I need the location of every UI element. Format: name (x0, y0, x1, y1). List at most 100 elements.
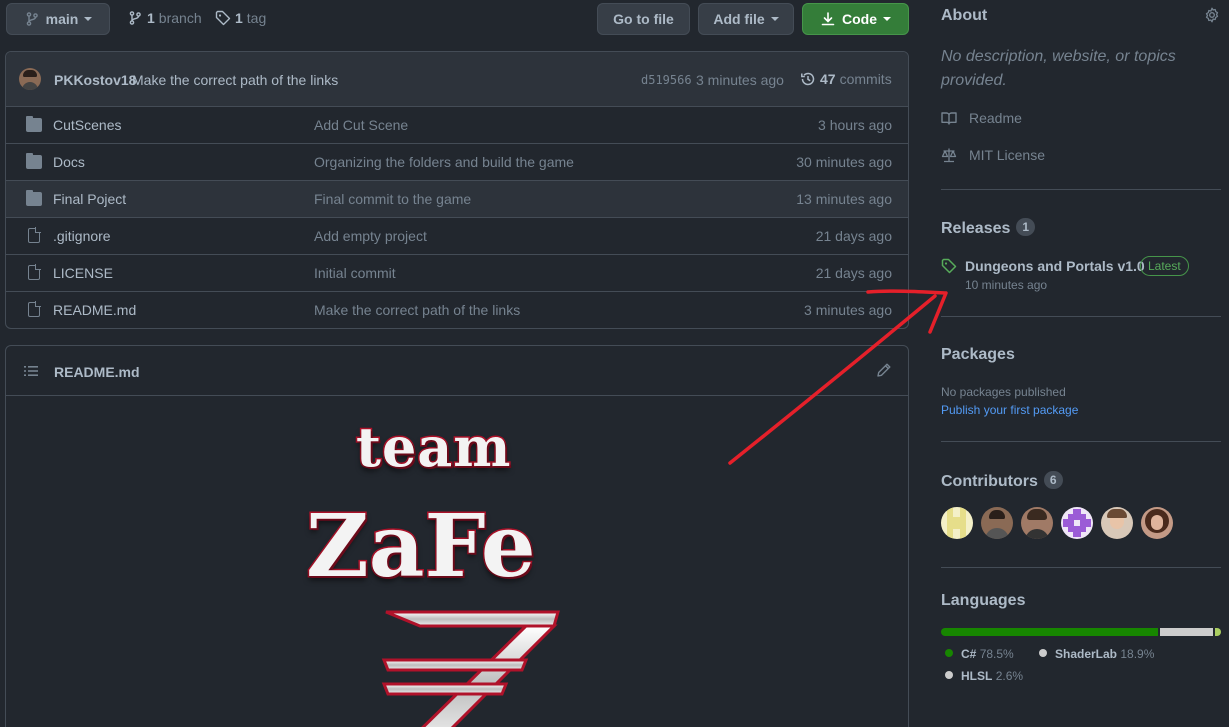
file-icon (28, 264, 41, 280)
file-commit-message[interactable]: Add Cut Scene (314, 117, 408, 133)
readme-link-label: Readme (969, 110, 1022, 126)
avatar[interactable] (19, 68, 41, 90)
git-branch-icon (26, 12, 38, 26)
language-dot (945, 649, 953, 657)
gear-icon[interactable] (1204, 7, 1220, 23)
readme-title[interactable]: README.md (54, 364, 140, 380)
publish-package-link[interactable]: Publish your first package (941, 403, 1078, 417)
file-commit-message[interactable]: Initial commit (314, 265, 396, 281)
file-icon (28, 227, 41, 243)
file-name[interactable]: README.md (53, 302, 136, 318)
commit-author[interactable]: PKKostov18 (54, 72, 136, 88)
table-row[interactable]: .gitignore Add empty project 21 days ago (6, 217, 908, 254)
commit-message[interactable]: Make the correct path of the links (132, 72, 338, 88)
language-name: C# (961, 647, 977, 661)
history-icon (801, 72, 815, 86)
latest-commit-bar: PKKostov18 Make the correct path of the … (6, 52, 908, 106)
contributors-heading[interactable]: Contributors 6 (941, 471, 1063, 491)
about-description: No description, website, or topics provi… (941, 48, 1176, 89)
chevron-down-icon (84, 17, 93, 21)
language-percent: 78.5% (979, 647, 1014, 661)
table-row[interactable]: Docs Organizing the folders and build th… (6, 143, 908, 180)
releases-heading[interactable]: Releases 1 (941, 218, 1036, 238)
add-file-button[interactable]: Add file (698, 3, 794, 35)
branch-select-button[interactable]: main (6, 3, 110, 35)
sidebar-divider (941, 441, 1221, 442)
releases-count: 1 (1016, 218, 1036, 236)
file-commit-message[interactable]: Final commit to the game (314, 191, 471, 207)
logo-team-text: team (354, 415, 512, 479)
language-bar-segment (1160, 628, 1213, 636)
file-name[interactable]: Docs (53, 154, 85, 170)
commits-link[interactable]: 47 commits (800, 71, 892, 87)
file-name[interactable]: CutScenes (53, 117, 121, 133)
book-icon (941, 112, 957, 125)
folder-icon (26, 116, 42, 132)
commit-time: 3 minutes ago (696, 72, 784, 88)
file-commit-message[interactable]: Make the correct path of the links (314, 302, 520, 318)
contributor-avatar[interactable] (1141, 507, 1173, 539)
file-icon (28, 301, 41, 317)
contributors-heading-label: Contributors (941, 473, 1038, 490)
tags-link[interactable]: 1 tag (215, 10, 266, 26)
about-heading: About (941, 7, 988, 24)
commit-count: 47 (820, 71, 836, 87)
branches-link[interactable]: 1 branch (127, 10, 202, 26)
folder-icon (26, 153, 42, 169)
contributor-avatar[interactable] (1101, 507, 1133, 539)
branch-count: 1 (147, 10, 155, 26)
file-age: 21 days ago (815, 228, 892, 244)
table-row[interactable]: Final Poject Final commit to the game 13… (6, 180, 908, 217)
contributor-avatar[interactable] (981, 507, 1013, 539)
language-name: ShaderLab (1055, 647, 1118, 661)
branch-name: main (45, 11, 79, 27)
language-bar-segment (941, 628, 1159, 636)
go-to-file-button[interactable]: Go to file (597, 3, 690, 35)
law-icon (941, 148, 957, 163)
license-link[interactable]: MIT License (941, 147, 1045, 163)
contributor-avatar[interactable] (941, 507, 973, 539)
language-item[interactable]: ShaderLab 18.9% (1039, 647, 1154, 661)
language-name: HLSL (961, 669, 993, 683)
contributor-avatar[interactable] (1021, 507, 1053, 539)
languages-heading: Languages (941, 592, 1026, 609)
git-branch-icon (129, 11, 141, 25)
annotation-arrow-icon (728, 289, 948, 465)
list-icon[interactable] (23, 363, 39, 379)
license-link-label: MIT License (969, 147, 1045, 163)
file-age: 13 minutes ago (796, 191, 892, 207)
contributor-avatar[interactable] (1061, 507, 1093, 539)
language-bar (941, 628, 1221, 636)
file-age: 3 hours ago (818, 117, 892, 133)
file-age: 30 minutes ago (796, 154, 892, 170)
language-item[interactable]: C# 78.5% (945, 647, 1014, 661)
commit-hash[interactable]: d519566 (641, 73, 692, 87)
sidebar-divider (941, 316, 1221, 317)
tag-icon (941, 258, 957, 274)
table-row[interactable]: CutScenes Add Cut Scene 3 hours ago (6, 106, 908, 143)
language-dot (945, 671, 953, 679)
file-name[interactable]: LICENSE (53, 265, 113, 281)
language-percent: 2.6% (995, 669, 1024, 683)
sidebar-divider (941, 567, 1221, 568)
code-label: Code (842, 11, 877, 27)
code-button[interactable]: Code (802, 3, 909, 35)
language-percent: 18.9% (1120, 647, 1155, 661)
sidebar-divider (941, 189, 1221, 190)
language-item[interactable]: HLSL 2.6% (945, 669, 1023, 683)
language-bar-segment (1214, 628, 1221, 636)
chevron-down-icon (883, 17, 891, 21)
file-commit-message[interactable]: Organizing the folders and build the gam… (314, 154, 574, 170)
release-name[interactable]: Dungeons and Portals v1.0 (965, 258, 1145, 274)
readme-link[interactable]: Readme (941, 110, 1022, 126)
file-name[interactable]: Final Poject (53, 191, 126, 207)
folder-icon (26, 190, 42, 206)
file-name[interactable]: .gitignore (53, 228, 111, 244)
contributors-count: 6 (1043, 471, 1063, 489)
logo-zafe-text: ZaFe (305, 496, 538, 597)
download-icon (821, 12, 835, 26)
file-age: 21 days ago (815, 265, 892, 281)
releases-heading-label: Releases (941, 220, 1011, 237)
commit-count-label: commits (839, 71, 892, 87)
file-commit-message[interactable]: Add empty project (314, 228, 427, 244)
